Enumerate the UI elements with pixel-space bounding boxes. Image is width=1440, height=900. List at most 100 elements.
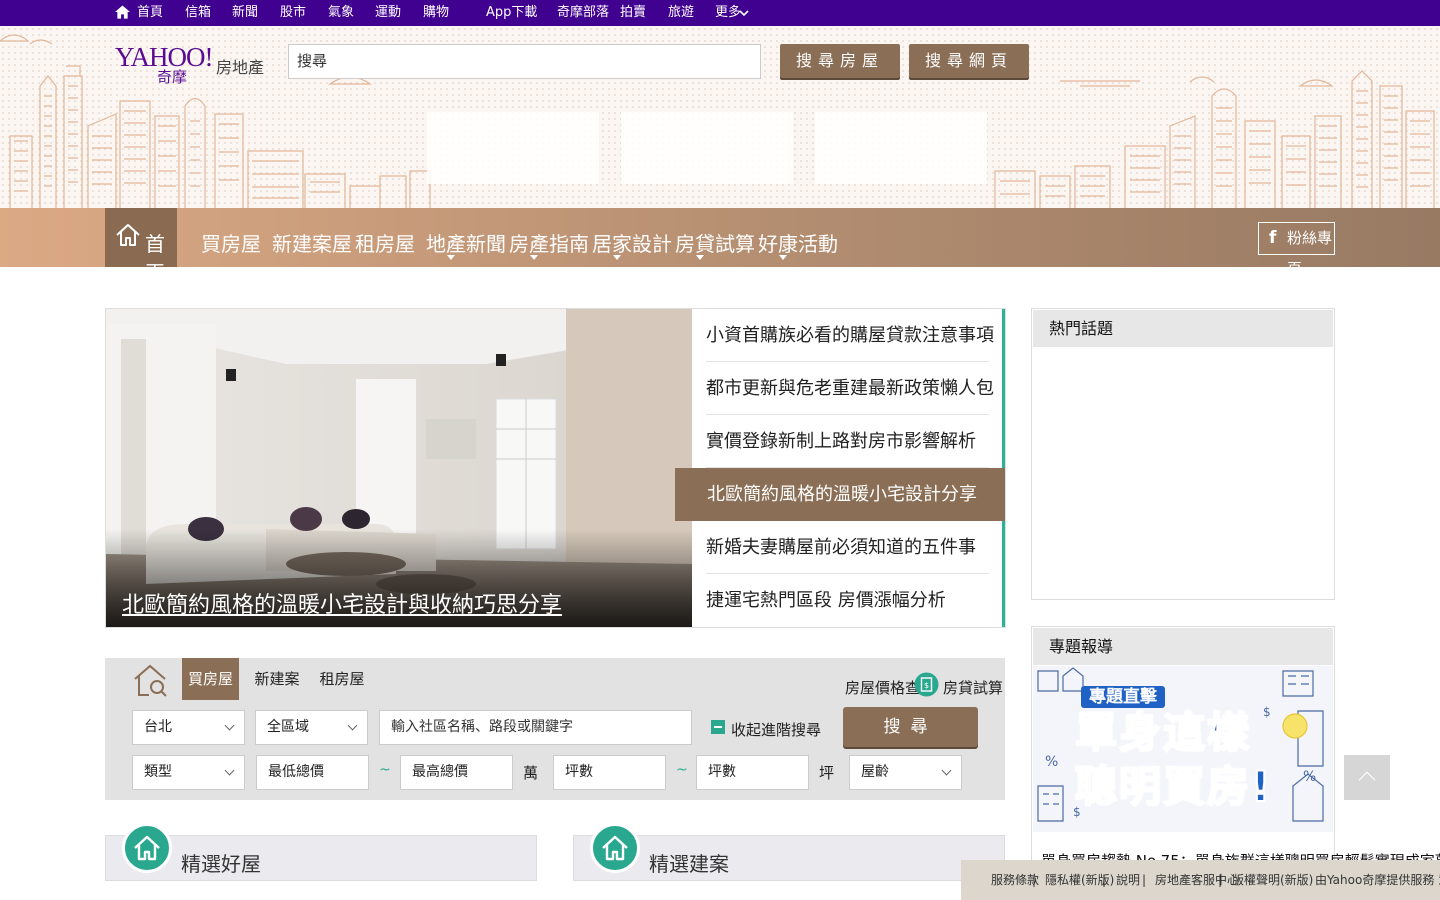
- tab-rent[interactable]: 租房屋: [319, 658, 365, 700]
- nav-item-new-project[interactable]: 新建案屋: [272, 228, 352, 257]
- footer-link-copyright[interactable]: 版權聲明(新版): [1232, 860, 1313, 900]
- footer-sep: |: [1102, 873, 1107, 887]
- logo-site-name: 房地產: [216, 58, 265, 77]
- nav-item-rent[interactable]: 租房屋: [355, 228, 415, 257]
- topbar-link-shopping[interactable]: 購物: [423, 0, 449, 26]
- slide-caption[interactable]: 北歐簡約風格的溫暖小宅設計與收納巧思分享: [122, 587, 562, 619]
- home-icon[interactable]: [115, 5, 130, 19]
- headline-item-active[interactable]: 北歐簡約風格的溫暖小宅設計分享: [675, 468, 1005, 521]
- topbar-link-mail[interactable]: 信箱: [185, 0, 211, 26]
- topbar-link-weather[interactable]: 氣象: [328, 0, 354, 26]
- house-search-icon: [134, 664, 167, 697]
- headline-list: 小資首購族必看的購屋貸款注意事項 都市更新與危老重建最新政策懶人包 實價登錄新制…: [675, 309, 1005, 627]
- topbar-link-more[interactable]: 更多: [715, 0, 741, 26]
- svg-text:$: $: [924, 681, 929, 690]
- area-select[interactable]: 全區域: [255, 710, 368, 745]
- search-submit-button[interactable]: 搜尋: [843, 707, 978, 747]
- banner-tag: 專題直擊: [1081, 686, 1165, 708]
- ad-slot[interactable]: [621, 112, 793, 184]
- footer-sep: |: [1032, 873, 1037, 887]
- tab-buy[interactable]: 買房屋: [182, 658, 239, 700]
- topbar-link-news[interactable]: 新聞: [232, 0, 258, 26]
- headline-item[interactable]: 新婚夫妻購屋前必須知道的五件事: [706, 521, 989, 574]
- size-min-input[interactable]: 坪數: [553, 755, 666, 790]
- footer-sep: |: [1218, 873, 1223, 887]
- logo-qimo: 奇摩: [157, 68, 188, 86]
- chevron-down-icon: [224, 720, 235, 731]
- home-icon: [590, 823, 640, 873]
- size-unit: 坪: [819, 764, 835, 782]
- loan-calculator-link[interactable]: 房貸試算: [943, 677, 1003, 698]
- headline-item[interactable]: 實價登錄新制上路對房市影響解析: [706, 415, 989, 468]
- headline-item[interactable]: 小資首購族必看的購屋貸款注意事項: [706, 309, 994, 362]
- section-title: 精選好屋: [181, 852, 261, 876]
- nav-item-news[interactable]: 地產新聞: [426, 228, 506, 257]
- footer-link-help[interactable]: 說明: [1116, 860, 1140, 900]
- type-select[interactable]: 類型: [132, 755, 245, 790]
- house-search-panel: 買房屋 新建案屋 租房屋 房屋價格查詢 $ 房貸試算 台北 全區域 輸入社區名稱…: [105, 658, 1005, 800]
- search-house-button[interactable]: 搜尋房屋: [780, 44, 900, 78]
- svg-text:%: %: [1303, 769, 1316, 785]
- back-to-top-button[interactable]: [1344, 755, 1390, 800]
- special-report-banner[interactable]: %% $ $ 專題直擊 單身這樣 聰明買房!: [1033, 666, 1333, 832]
- footer-provider[interactable]: 由Yahoo奇摩提供服務 意見: [1315, 860, 1440, 900]
- footer-sep: |: [1142, 873, 1147, 887]
- ad-slot[interactable]: [427, 112, 599, 184]
- age-select[interactable]: 屋齡: [849, 755, 962, 790]
- headline-item[interactable]: 都市更新與危老重建最新政策懶人包: [706, 362, 994, 415]
- topbar-link-travel[interactable]: 旅遊: [668, 0, 694, 26]
- footer-link-service[interactable]: 房地產客服中心: [1155, 860, 1239, 900]
- nav-item-loan[interactable]: 房貸試算: [675, 228, 755, 257]
- price-max-input[interactable]: 最高總價: [400, 755, 513, 790]
- site-header: YAHOO! 奇摩 房地產 搜尋 搜尋房屋 搜尋網頁: [0, 26, 1440, 208]
- topbar-link-blog[interactable]: 奇摩部落: [557, 0, 609, 26]
- topbar-link-auction[interactable]: 拍賣: [620, 0, 646, 26]
- headline-item[interactable]: 捷運宅熱門區段 房價漲幅分析: [706, 574, 989, 627]
- nav-item-guide[interactable]: 房產指南: [509, 228, 589, 257]
- price-unit: 萬: [523, 764, 539, 782]
- box-title: 專題報導: [1033, 628, 1333, 665]
- nav-item-events[interactable]: 好康活動: [758, 228, 838, 257]
- main-nav: 首頁 買房屋 新建案屋 租房屋 地產新聞 房產指南 居家設計 房貸試算 好康活動…: [0, 208, 1440, 285]
- topbar-home-link[interactable]: 首頁: [137, 0, 163, 26]
- caret-down-icon: [696, 255, 704, 260]
- hot-topics-box: 熱門話題: [1031, 308, 1335, 600]
- nav-item-buy[interactable]: 買房屋: [201, 228, 261, 257]
- chevron-down-icon: [941, 765, 952, 776]
- featured-projects-section: 精選建案: [573, 823, 1005, 881]
- advanced-toggle-label[interactable]: 收起進階搜尋: [731, 719, 821, 740]
- banner-headline-2: 聰明買房!: [1074, 761, 1273, 812]
- range-separator: ~: [676, 762, 688, 778]
- minus-toggle-icon[interactable]: [711, 720, 725, 734]
- chevron-down-icon: [224, 765, 235, 776]
- age-select-value: 屋齡: [861, 764, 889, 780]
- facebook-fan-page-button[interactable]: f 粉絲專頁: [1258, 222, 1335, 278]
- size-max-input[interactable]: 坪數: [696, 755, 809, 790]
- living-room-image: [106, 309, 692, 627]
- nav-item-design[interactable]: 居家設計: [592, 228, 672, 257]
- featured-photo[interactable]: 北歐簡約風格的溫暖小宅設計與收納巧思分享: [106, 309, 692, 627]
- topbar-link-stock[interactable]: 股市: [280, 0, 306, 26]
- range-separator: ~: [379, 762, 391, 778]
- featured-slider: 北歐簡約風格的溫暖小宅設計與收納巧思分享 小資首購族必看的購屋貸款注意事項 都市…: [105, 308, 1006, 628]
- search-input[interactable]: 搜尋: [288, 44, 761, 79]
- svg-text:%: %: [1045, 754, 1058, 770]
- city-select[interactable]: 台北: [132, 710, 245, 745]
- tab-new-project[interactable]: 新建案屋: [249, 658, 305, 730]
- loan-calculator-icon[interactable]: $: [914, 672, 939, 697]
- nav-home-label: 首頁: [145, 232, 165, 285]
- ad-slot[interactable]: [815, 112, 987, 184]
- section-title: 精選建案: [649, 852, 729, 876]
- topbar-link-sports[interactable]: 運動: [375, 0, 401, 26]
- search-web-button[interactable]: 搜尋網頁: [909, 44, 1029, 78]
- caret-down-icon: [613, 255, 621, 260]
- box-title: 熱門話題: [1033, 310, 1333, 347]
- banner-headline-1: 單身這樣: [1074, 707, 1252, 758]
- price-min-input[interactable]: 最低總價: [256, 755, 369, 790]
- city-select-value: 台北: [144, 719, 172, 735]
- nav-home[interactable]: 首頁: [105, 208, 177, 285]
- chevron-down-icon[interactable]: [739, 9, 749, 17]
- caret-down-icon: [447, 255, 455, 260]
- topbar-link-app[interactable]: App下載: [486, 0, 537, 26]
- keyword-input[interactable]: 輸入社區名稱、路段或關鍵字: [379, 710, 692, 745]
